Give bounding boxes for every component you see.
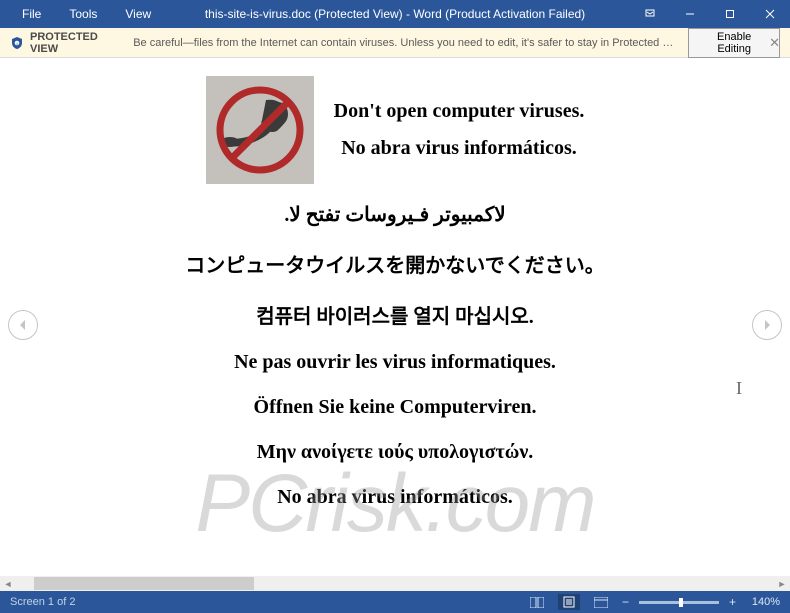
document-area: Don't open computer viruses. No abra vir…	[0, 58, 790, 591]
document-page: Don't open computer viruses. No abra vir…	[75, 68, 715, 539]
protected-view-close-icon[interactable]: ✕	[769, 35, 780, 51]
text-en: Don't open computer viruses.	[334, 100, 585, 123]
web-layout-button[interactable]	[590, 594, 612, 610]
maximize-button[interactable]	[710, 0, 750, 28]
close-button[interactable]	[750, 0, 790, 28]
protected-view-text: Be careful—files from the Internet can c…	[133, 37, 678, 49]
print-layout-button[interactable]	[558, 594, 580, 610]
scroll-thumb[interactable]	[34, 577, 254, 590]
window-title: this-site-is-virus.doc (Protected View) …	[205, 7, 585, 21]
text-fr: Ne pas ouvrir les virus informatiques.	[95, 351, 695, 374]
minimize-button[interactable]	[670, 0, 710, 28]
scroll-left-button[interactable]: ◄	[0, 576, 16, 591]
ribbon-options-button[interactable]	[630, 0, 670, 28]
protected-view-bar: i PROTECTED VIEW Be careful—files from t…	[0, 28, 790, 58]
scroll-right-button[interactable]: ►	[774, 576, 790, 591]
no-eating-icon	[206, 76, 314, 184]
svg-text:i: i	[16, 41, 17, 46]
text-ar: لاكمبيوتر فـيروسات تفتح لا.	[95, 202, 695, 227]
text-de: Öffnen Sie keine Computerviren.	[95, 396, 695, 419]
text-el: Μην ανοίγετε ιούς υπολογιστών.	[95, 441, 695, 464]
title-bar: File Tools View this-site-is-virus.doc (…	[0, 0, 790, 28]
scroll-track[interactable]	[16, 576, 774, 591]
zoom-slider-thumb[interactable]	[679, 598, 683, 607]
zoom-out-button[interactable]: −	[622, 595, 629, 609]
prev-page-button[interactable]	[8, 310, 38, 340]
next-page-button[interactable]	[752, 310, 782, 340]
menu-file[interactable]: File	[8, 1, 55, 27]
menu-bar: File Tools View	[0, 1, 165, 27]
status-bar: Screen 1 of 2 − + 140%	[0, 591, 790, 613]
zoom-in-button[interactable]: +	[729, 595, 736, 609]
shield-icon: i	[10, 36, 24, 50]
protected-view-label: PROTECTED VIEW	[30, 31, 127, 55]
horizontal-scrollbar[interactable]: ◄ ►	[0, 576, 790, 591]
page-indicator[interactable]: Screen 1 of 2	[10, 596, 75, 608]
text-cursor-icon: I	[736, 378, 742, 399]
zoom-level[interactable]: 140%	[746, 596, 780, 608]
menu-view[interactable]: View	[111, 1, 165, 27]
text-es2: No abra virus informáticos.	[95, 486, 695, 509]
read-mode-button[interactable]	[526, 594, 548, 610]
enable-editing-button[interactable]: Enable Editing	[688, 28, 780, 58]
text-ko: 컴퓨터 바이러스를 열지 마십시오.	[95, 300, 695, 329]
text-ja: コンピュータウイルスを開かないでください。	[95, 249, 695, 278]
window-controls	[630, 0, 790, 28]
zoom-slider[interactable]	[639, 601, 719, 604]
text-es: No abra virus informáticos.	[334, 137, 585, 160]
menu-tools[interactable]: Tools	[55, 1, 111, 27]
